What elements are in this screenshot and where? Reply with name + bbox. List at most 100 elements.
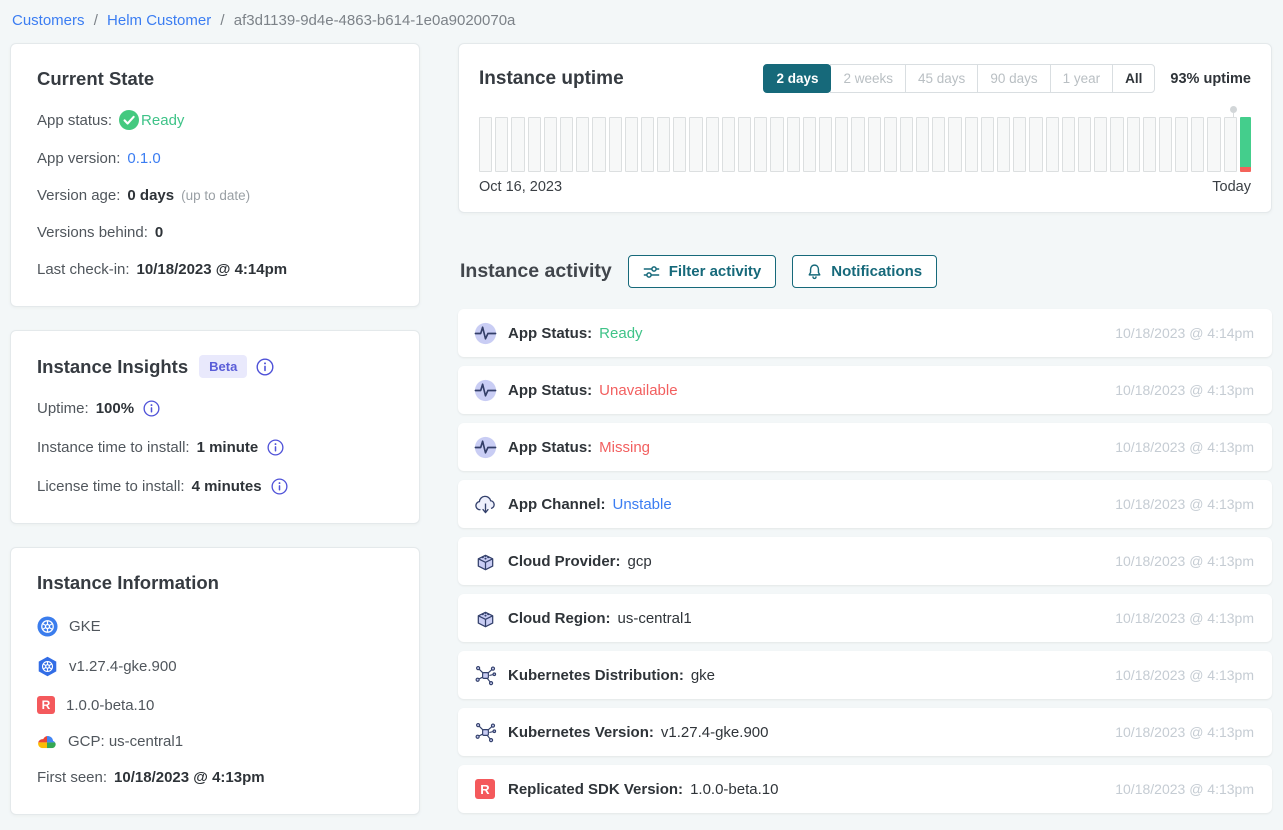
uptime-bar-empty[interactable] — [965, 117, 978, 172]
activity-label: App Channel: — [508, 496, 606, 513]
instance-information-card: Instance Information GKE v1.27.4-gke.900… — [10, 547, 420, 815]
uptime-bar-empty[interactable] — [1127, 117, 1140, 172]
uptime-bar-empty[interactable] — [1224, 117, 1237, 172]
uptime-bar-empty[interactable] — [673, 117, 686, 172]
first-seen-value: 10/18/2023 @ 4:13pm — [114, 769, 265, 786]
app-status-icon — [471, 435, 499, 460]
uptime-bar-empty[interactable] — [900, 117, 913, 172]
info-icon[interactable] — [271, 478, 288, 495]
sdk-version-row: R 1.0.0-beta.10 — [37, 696, 393, 714]
breadcrumb-link-customers[interactable]: Customers — [12, 12, 85, 29]
app-version-link[interactable]: 0.1.0 — [127, 150, 160, 167]
uptime-bar-empty[interactable] — [1078, 117, 1091, 172]
page-layout: Current State App status: Ready App vers… — [0, 40, 1283, 822]
range-button-90-days[interactable]: 90 days — [977, 64, 1050, 93]
bell-icon — [807, 263, 822, 280]
app-version-row: App version: 0.1.0 — [37, 150, 393, 167]
uptime-bar-empty[interactable] — [544, 117, 557, 172]
uptime-bar-empty[interactable] — [787, 117, 800, 172]
range-button-2-weeks[interactable]: 2 weeks — [830, 64, 906, 93]
uptime-bar-empty[interactable] — [1013, 117, 1026, 172]
activity-timestamp: 10/18/2023 @ 4:13pm — [1115, 667, 1254, 683]
time-range-selector: 2 days 2 weeks 45 days 90 days 1 year Al… — [763, 64, 1155, 93]
uptime-bar-empty[interactable] — [1175, 117, 1188, 172]
activity-label: App Status: — [508, 439, 592, 456]
uptime-bar-empty[interactable] — [803, 117, 816, 172]
uptime-bar-empty[interactable] — [1110, 117, 1123, 172]
last-checkin-row: Last check-in: 10/18/2023 @ 4:14pm — [37, 261, 393, 278]
activity-value: 1.0.0-beta.10 — [690, 781, 778, 798]
activity-row: App Status: Ready 10/18/2023 @ 4:14pm — [458, 309, 1272, 357]
instance-insights-title-text: Instance Insights — [37, 356, 188, 378]
current-state-card: Current State App status: Ready App vers… — [10, 43, 420, 307]
range-button-1-year[interactable]: 1 year — [1050, 64, 1114, 93]
uptime-bar-empty[interactable] — [738, 117, 751, 172]
uptime-bar-empty[interactable] — [1046, 117, 1059, 172]
uptime-label: Uptime: — [37, 400, 89, 417]
info-icon[interactable] — [267, 439, 284, 456]
activity-value: v1.27.4-gke.900 — [661, 724, 769, 741]
notifications-button[interactable]: Notifications — [792, 255, 937, 288]
info-icon[interactable] — [143, 400, 160, 417]
uptime-bar-empty[interactable] — [1159, 117, 1172, 172]
range-button-2-days[interactable]: 2 days — [763, 64, 831, 93]
uptime-bar-empty[interactable] — [722, 117, 735, 172]
right-column: Instance uptime 2 days 2 weeks 45 days 9… — [458, 43, 1272, 822]
uptime-bar-empty[interactable] — [868, 117, 881, 172]
uptime-bar-current[interactable] — [1240, 117, 1251, 172]
uptime-bar-empty[interactable] — [706, 117, 719, 172]
axis-end-label: Today — [1212, 179, 1251, 195]
uptime-bar-empty[interactable] — [1207, 117, 1220, 172]
uptime-bar-empty[interactable] — [528, 117, 541, 172]
uptime-bar-empty[interactable] — [495, 117, 508, 172]
uptime-bar-empty[interactable] — [609, 117, 622, 172]
uptime-bar-empty[interactable] — [576, 117, 589, 172]
activity-timestamp: 10/18/2023 @ 4:13pm — [1115, 724, 1254, 740]
activity-value: Unstable — [613, 496, 672, 513]
range-button-45-days[interactable]: 45 days — [905, 64, 978, 93]
activity-row: App Status: Missing 10/18/2023 @ 4:13pm — [458, 423, 1272, 471]
version-age-label: Version age: — [37, 187, 120, 204]
uptime-bar-empty[interactable] — [884, 117, 897, 172]
uptime-bar-empty[interactable] — [1094, 117, 1107, 172]
uptime-bar-empty[interactable] — [1029, 117, 1042, 172]
uptime-bar-empty[interactable] — [997, 117, 1010, 172]
uptime-bar-empty[interactable] — [625, 117, 638, 172]
uptime-bar-empty[interactable] — [689, 117, 702, 172]
activity-list: App Status: Ready 10/18/2023 @ 4:14pm Ap… — [458, 309, 1272, 813]
uptime-bar-empty[interactable] — [1143, 117, 1156, 172]
replicated-icon: R — [471, 779, 499, 799]
info-icon[interactable] — [256, 358, 274, 376]
uptime-bar-empty[interactable] — [479, 117, 492, 172]
instance-install-label: Instance time to install: — [37, 439, 190, 456]
uptime-bar-empty[interactable] — [560, 117, 573, 172]
activity-row: Kubernetes Distribution: gke 10/18/2023 … — [458, 651, 1272, 699]
version-age-row: Version age: 0 days (up to date) — [37, 187, 393, 204]
uptime-bar-empty[interactable] — [1191, 117, 1204, 172]
app-status-icon — [471, 378, 499, 403]
uptime-bar-empty[interactable] — [511, 117, 524, 172]
activity-label: Kubernetes Version: — [508, 724, 654, 741]
uptime-bar-empty[interactable] — [948, 117, 961, 172]
uptime-bar-empty[interactable] — [981, 117, 994, 172]
uptime-bar-empty[interactable] — [851, 117, 864, 172]
uptime-bar-empty[interactable] — [819, 117, 832, 172]
uptime-bar-empty[interactable] — [641, 117, 654, 172]
uptime-bar-empty[interactable] — [770, 117, 783, 172]
uptime-bar-empty[interactable] — [592, 117, 605, 172]
activity-value: Missing — [599, 439, 650, 456]
filter-activity-button[interactable]: Filter activity — [628, 255, 777, 288]
uptime-bar-empty[interactable] — [657, 117, 670, 172]
range-button-all[interactable]: All — [1112, 64, 1155, 93]
activity-timestamp: 10/18/2023 @ 4:13pm — [1115, 781, 1254, 797]
uptime-bar-empty[interactable] — [1062, 117, 1075, 172]
breadcrumb-separator: / — [220, 12, 224, 29]
uptime-bar-empty[interactable] — [916, 117, 929, 172]
uptime-bar-empty[interactable] — [932, 117, 945, 172]
uptime-bar-empty[interactable] — [835, 117, 848, 172]
breadcrumb-link-customer[interactable]: Helm Customer — [107, 12, 211, 29]
sdk-version-value: 1.0.0-beta.10 — [66, 697, 154, 714]
current-time-marker-line — [1233, 113, 1234, 117]
uptime-bar-empty[interactable] — [754, 117, 767, 172]
k8s-version-value: v1.27.4-gke.900 — [69, 658, 177, 675]
